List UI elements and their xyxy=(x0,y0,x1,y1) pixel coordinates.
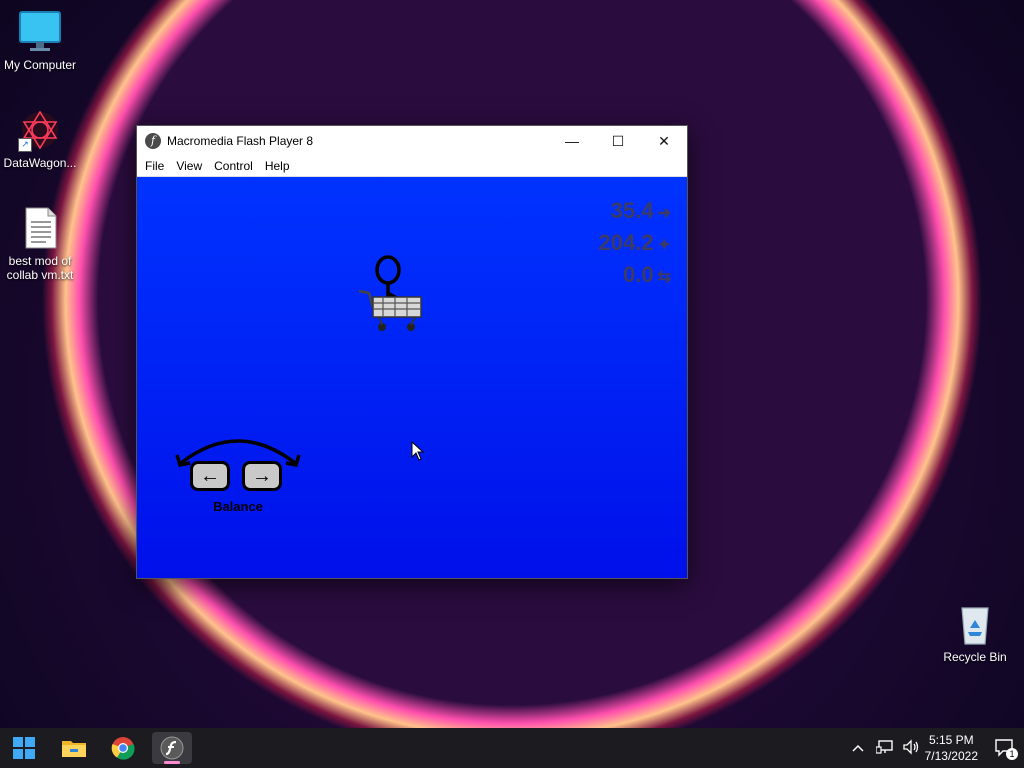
start-button[interactable] xyxy=(4,732,44,764)
desktop-icon-label: best mod of collab vm.txt xyxy=(6,254,74,282)
menu-file[interactable]: File xyxy=(140,159,169,173)
mouse-cursor-icon xyxy=(411,441,425,461)
taskbar-clock[interactable]: 5:15 PM 7/13/2022 xyxy=(925,732,978,764)
chrome-icon xyxy=(111,737,135,760)
window-title: Macromedia Flash Player 8 xyxy=(167,134,314,148)
shopping-cart-rider xyxy=(358,255,422,331)
menu-bar: File View Control Help xyxy=(137,156,687,177)
readout-distance: 35.4 ➜ xyxy=(611,195,671,230)
readout-height: 204.2 ✦ xyxy=(599,227,671,262)
clock-date: 7/13/2022 xyxy=(924,749,978,763)
volume-icon[interactable] xyxy=(902,738,920,758)
left-arrow-key: ← xyxy=(190,461,230,491)
active-indicator xyxy=(164,761,180,764)
text-file-icon xyxy=(18,206,62,250)
flash-app-icon: f xyxy=(145,133,161,149)
clock-time: 5:15 PM xyxy=(928,733,974,747)
flash-player-icon xyxy=(160,736,184,760)
start-icon xyxy=(13,737,35,759)
menu-view[interactable]: View xyxy=(171,159,207,173)
desktop-icon-my-computer[interactable]: My Computer xyxy=(0,10,80,72)
menu-control[interactable]: Control xyxy=(209,159,258,173)
balance-label: Balance xyxy=(213,499,263,514)
flash-player-taskbar-button[interactable] xyxy=(152,732,192,764)
desktop-icon-recycle-bin[interactable]: Recycle Bin xyxy=(935,602,1015,664)
distance-arrow-icon: ➜ xyxy=(657,205,671,222)
flash-player-window: f Macromedia Flash Player 8 — ☐ ✕ File V… xyxy=(136,125,688,579)
file-explorer-button[interactable] xyxy=(54,732,94,764)
desktop-icon-label: Recycle Bin xyxy=(943,650,1007,664)
flash-stage[interactable]: 35.4 ➜ 204.2 ✦ 0.0 ⇆ ← → Balance xyxy=(137,177,687,578)
notification-count-badge: 1 xyxy=(1006,748,1018,760)
recycle-bin-icon xyxy=(953,602,997,646)
chrome-button[interactable] xyxy=(103,732,143,764)
menu-help[interactable]: Help xyxy=(260,159,295,173)
file-explorer-icon xyxy=(62,741,86,757)
readout-value: 0.0 xyxy=(623,262,654,287)
balance-controls-hint: ← → Balance xyxy=(175,433,301,517)
datawagon-icon: ↗ xyxy=(18,108,62,152)
right-arrow-key: → xyxy=(242,461,282,491)
title-bar[interactable]: f Macromedia Flash Player 8 — ☐ ✕ xyxy=(137,126,687,156)
speed-arrow-icon: ⇆ xyxy=(657,269,671,286)
readout-value: 35.4 xyxy=(610,198,654,223)
height-arrow-icon: ✦ xyxy=(657,237,671,254)
desktop-icon-text-file[interactable]: best mod of collab vm.txt xyxy=(0,206,80,282)
desktop-icon-label: DataWagon... xyxy=(3,156,77,170)
maximize-button[interactable]: ☐ xyxy=(595,126,641,156)
minimize-button[interactable]: — xyxy=(549,126,595,156)
desktop-icon-datawagon[interactable]: ↗ DataWagon... xyxy=(0,108,80,170)
close-button[interactable]: ✕ xyxy=(641,126,687,156)
monitor-icon xyxy=(18,10,62,54)
show-hidden-icons-chevron-icon[interactable] xyxy=(850,741,866,755)
taskbar: 5:15 PM 7/13/2022 1 xyxy=(0,728,1024,768)
shortcut-arrow-icon: ↗ xyxy=(18,138,32,152)
system-tray xyxy=(850,728,920,768)
desktop-icon-label: My Computer xyxy=(3,58,77,72)
notification-button[interactable]: 1 xyxy=(994,738,1018,760)
readout-value: 204.2 xyxy=(598,230,654,255)
readout-speed: 0.0 ⇆ xyxy=(623,259,671,294)
network-icon[interactable] xyxy=(875,739,894,758)
